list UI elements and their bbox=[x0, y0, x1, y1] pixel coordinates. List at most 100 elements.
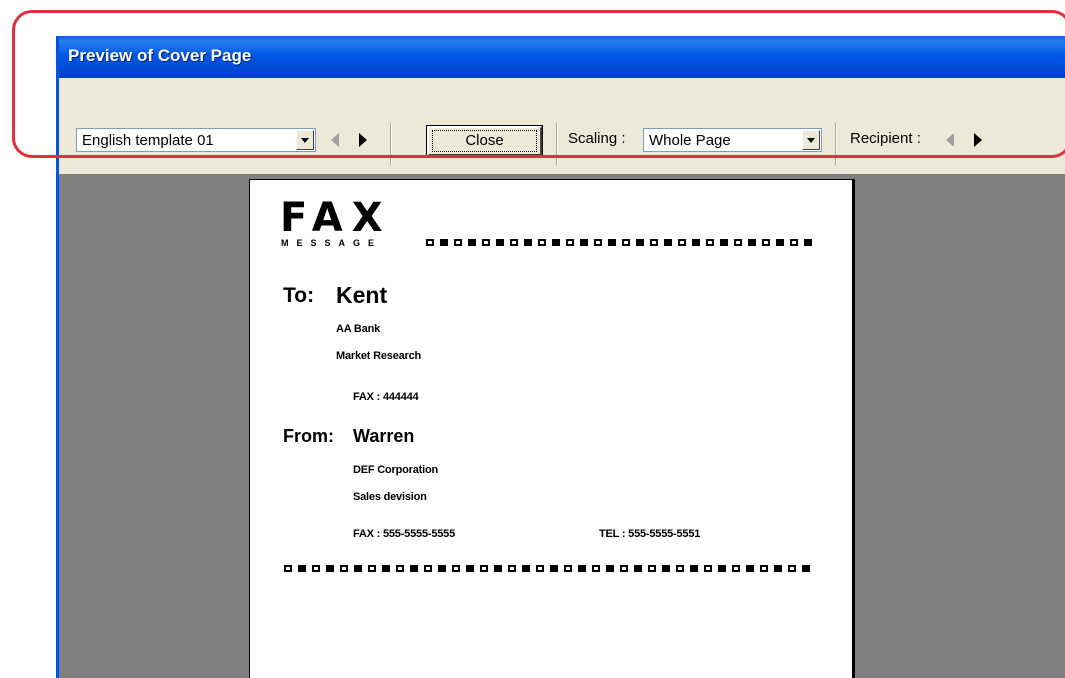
template-select[interactable]: English template 01 bbox=[76, 128, 316, 152]
decorative-square bbox=[692, 239, 700, 246]
template-select-value: English template 01 bbox=[82, 132, 214, 149]
decorative-square bbox=[664, 239, 672, 246]
decorative-square bbox=[312, 565, 320, 572]
to-name: Kent bbox=[336, 282, 388, 308]
decorative-square bbox=[482, 239, 490, 246]
decorative-square bbox=[494, 565, 502, 572]
toolbar-separator bbox=[835, 122, 837, 166]
decorative-square bbox=[538, 239, 546, 246]
decorative-square bbox=[776, 239, 784, 246]
decorative-square bbox=[636, 239, 644, 246]
decorative-square bbox=[298, 565, 306, 572]
decorative-square bbox=[802, 565, 810, 572]
cover-page-preview-window: Preview of Cover Page English template 0… bbox=[56, 36, 1065, 678]
arrow-right-icon bbox=[974, 133, 982, 147]
recipient-label: Recipient : bbox=[850, 130, 921, 147]
decorative-square bbox=[468, 239, 476, 246]
chevron-down-icon[interactable] bbox=[802, 130, 820, 150]
decorative-square bbox=[746, 565, 754, 572]
from-tel: TEL : 555-5555-5551 bbox=[599, 528, 701, 540]
to-fax: FAX : 444444 bbox=[353, 391, 419, 403]
close-button[interactable]: Close bbox=[426, 125, 543, 157]
arrow-right-icon bbox=[359, 133, 367, 147]
decorative-square bbox=[706, 239, 714, 246]
decorative-square bbox=[508, 565, 516, 572]
decorative-square bbox=[718, 565, 726, 572]
next-template-button[interactable] bbox=[349, 126, 375, 154]
decorative-square bbox=[662, 565, 670, 572]
decorative-square-border-top bbox=[426, 239, 812, 246]
decorative-square bbox=[452, 565, 460, 572]
fax-subtitle: MESSAGE bbox=[281, 238, 383, 248]
decorative-square bbox=[440, 239, 448, 246]
decorative-square bbox=[326, 565, 334, 572]
decorative-square bbox=[438, 565, 446, 572]
from-name: Warren bbox=[353, 426, 415, 446]
decorative-square bbox=[426, 239, 434, 246]
scaling-label: Scaling : bbox=[568, 130, 626, 147]
decorative-square bbox=[622, 239, 630, 246]
scaling-select[interactable]: Whole Page bbox=[643, 128, 822, 152]
decorative-square bbox=[634, 565, 642, 572]
decorative-square bbox=[536, 565, 544, 572]
to-label: To: bbox=[283, 284, 315, 307]
decorative-square bbox=[606, 565, 614, 572]
decorative-square bbox=[804, 239, 812, 246]
decorative-square bbox=[354, 565, 362, 572]
decorative-square bbox=[620, 565, 628, 572]
decorative-square bbox=[510, 239, 518, 246]
decorative-square bbox=[550, 565, 558, 572]
decorative-square bbox=[704, 565, 712, 572]
chevron-down-icon[interactable] bbox=[296, 130, 314, 150]
preview-area[interactable]: FAX MESSAGE To: Kent AA Bank Market Rese… bbox=[59, 174, 1065, 678]
decorative-square bbox=[564, 565, 572, 572]
decorative-square bbox=[734, 239, 742, 246]
decorative-square bbox=[788, 565, 796, 572]
from-label: From: bbox=[283, 426, 334, 446]
decorative-square bbox=[732, 565, 740, 572]
decorative-square bbox=[410, 565, 418, 572]
decorative-square bbox=[552, 239, 560, 246]
decorative-square bbox=[592, 565, 600, 572]
decorative-square bbox=[522, 565, 530, 572]
to-department: Market Research bbox=[336, 350, 422, 362]
decorative-square bbox=[480, 565, 488, 572]
close-button-label: Close bbox=[465, 132, 504, 149]
from-fax: FAX : 555-5555-5555 bbox=[353, 528, 455, 540]
previous-recipient-button[interactable] bbox=[938, 126, 964, 154]
decorative-square bbox=[748, 239, 756, 246]
decorative-square bbox=[340, 565, 348, 572]
from-department: Sales devision bbox=[353, 491, 427, 503]
decorative-square bbox=[690, 565, 698, 572]
to-company: AA Bank bbox=[336, 323, 381, 335]
decorative-square bbox=[650, 239, 658, 246]
arrow-left-icon bbox=[946, 133, 954, 147]
toolbar-separator bbox=[556, 122, 558, 166]
decorative-square bbox=[396, 565, 404, 572]
decorative-square bbox=[678, 239, 686, 246]
from-company: DEF Corporation bbox=[353, 464, 438, 476]
decorative-square bbox=[566, 239, 574, 246]
decorative-square bbox=[760, 565, 768, 572]
toolbar: English template 01 Close Scaling : Whol… bbox=[59, 78, 1065, 174]
decorative-square bbox=[368, 565, 376, 572]
decorative-square bbox=[496, 239, 504, 246]
window-title: Preview of Cover Page bbox=[68, 46, 252, 65]
toolbar-separator bbox=[390, 122, 392, 166]
fax-title: FAX bbox=[280, 195, 392, 241]
decorative-square bbox=[466, 565, 474, 572]
decorative-square bbox=[594, 239, 602, 246]
cover-page: FAX MESSAGE To: Kent AA Bank Market Rese… bbox=[249, 179, 855, 678]
title-bar[interactable]: Preview of Cover Page bbox=[59, 36, 1065, 78]
previous-template-button[interactable] bbox=[323, 126, 349, 154]
decorative-square bbox=[578, 565, 586, 572]
decorative-square bbox=[774, 565, 782, 572]
next-recipient-button[interactable] bbox=[964, 126, 990, 154]
decorative-square bbox=[676, 565, 684, 572]
decorative-square bbox=[720, 239, 728, 246]
scaling-select-value: Whole Page bbox=[649, 132, 731, 149]
decorative-square bbox=[454, 239, 462, 246]
decorative-square-border-bottom bbox=[284, 565, 810, 572]
decorative-square bbox=[284, 565, 292, 572]
decorative-square bbox=[524, 239, 532, 246]
